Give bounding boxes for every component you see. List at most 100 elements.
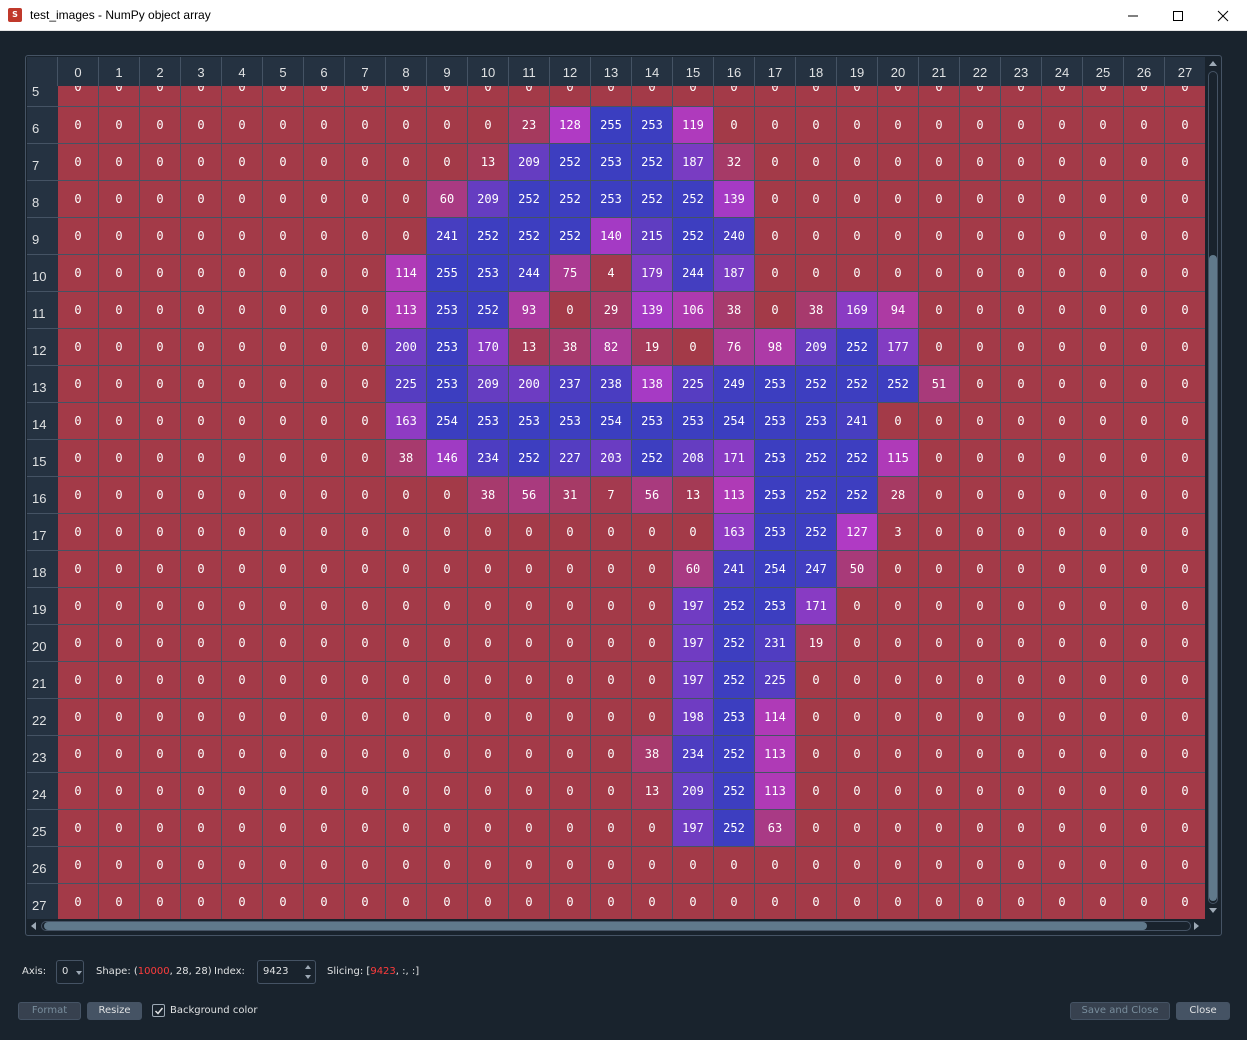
array-cell[interactable]: 0 — [837, 810, 878, 847]
array-cell[interactable]: 0 — [1001, 403, 1042, 440]
array-cell[interactable]: 28 — [878, 477, 919, 514]
array-cell[interactable]: 0 — [58, 810, 99, 847]
array-cell[interactable]: 253 — [591, 144, 632, 181]
array-cell[interactable]: 253 — [673, 403, 714, 440]
array-cell[interactable]: 0 — [1083, 514, 1124, 551]
array-cell[interactable]: 0 — [181, 218, 222, 255]
array-cell[interactable]: 0 — [140, 514, 181, 551]
array-cell[interactable]: 0 — [58, 625, 99, 662]
array-cell[interactable]: 0 — [58, 403, 99, 440]
array-cell[interactable]: 0 — [673, 514, 714, 551]
array-cell[interactable]: 0 — [1001, 255, 1042, 292]
array-cell[interactable]: 0 — [1042, 588, 1083, 625]
array-cell[interactable]: 253 — [468, 403, 509, 440]
array-cell[interactable]: 0 — [263, 403, 304, 440]
array-cell[interactable]: 0 — [960, 366, 1001, 403]
array-cell[interactable]: 0 — [1083, 699, 1124, 736]
array-cell[interactable]: 0 — [345, 144, 386, 181]
array-cell[interactable]: 0 — [427, 107, 468, 144]
array-cell[interactable]: 0 — [181, 292, 222, 329]
array-cell[interactable]: 0 — [181, 736, 222, 773]
column-header-cell[interactable]: 24 — [1042, 57, 1083, 86]
array-cell[interactable]: 0 — [99, 86, 140, 107]
array-cell[interactable]: 0 — [99, 477, 140, 514]
array-cell[interactable]: 0 — [632, 625, 673, 662]
array-cell[interactable]: 128 — [550, 107, 591, 144]
array-cell[interactable]: 0 — [1083, 551, 1124, 588]
array-cell[interactable]: 0 — [304, 662, 345, 699]
array-cell[interactable]: 0 — [878, 218, 919, 255]
array-cell[interactable]: 0 — [1083, 255, 1124, 292]
array-cell[interactable]: 0 — [181, 329, 222, 366]
array-cell[interactable]: 225 — [673, 366, 714, 403]
array-cell[interactable]: 0 — [1001, 699, 1042, 736]
array-cell[interactable]: 0 — [1124, 699, 1165, 736]
array-cell[interactable]: 0 — [1001, 884, 1042, 919]
array-cell[interactable]: 254 — [714, 403, 755, 440]
array-cell[interactable]: 0 — [919, 625, 960, 662]
array-cell[interactable]: 0 — [1124, 218, 1165, 255]
vertical-scrollbar[interactable] — [1206, 57, 1220, 918]
array-cell[interactable]: 0 — [99, 107, 140, 144]
array-cell[interactable]: 0 — [919, 144, 960, 181]
array-cell[interactable]: 0 — [550, 810, 591, 847]
array-cell[interactable]: 38 — [468, 477, 509, 514]
array-cell[interactable]: 0 — [345, 255, 386, 292]
array-cell[interactable]: 0 — [1165, 107, 1205, 144]
column-header-cell[interactable]: 25 — [1083, 57, 1124, 86]
array-cell[interactable]: 0 — [140, 662, 181, 699]
array-cell[interactable]: 138 — [632, 366, 673, 403]
maximize-button[interactable] — [1155, 0, 1201, 31]
array-cell[interactable]: 0 — [427, 514, 468, 551]
row-header-cell[interactable]: 22 — [27, 699, 58, 736]
array-cell[interactable]: 0 — [386, 588, 427, 625]
array-cell[interactable]: 0 — [878, 86, 919, 107]
array-cell[interactable]: 13 — [632, 773, 673, 810]
array-cell[interactable]: 0 — [796, 144, 837, 181]
array-cell[interactable]: 0 — [960, 181, 1001, 218]
array-cell[interactable]: 163 — [386, 403, 427, 440]
array-cell[interactable]: 0 — [58, 736, 99, 773]
array-cell[interactable]: 0 — [1042, 699, 1083, 736]
background-color-checkbox[interactable] — [152, 1004, 165, 1017]
array-cell[interactable]: 0 — [1165, 329, 1205, 366]
array-cell[interactable]: 38 — [632, 736, 673, 773]
array-cell[interactable]: 0 — [550, 699, 591, 736]
array-cell[interactable]: 177 — [878, 329, 919, 366]
array-cell[interactable]: 253 — [714, 699, 755, 736]
array-cell[interactable]: 0 — [591, 662, 632, 699]
array-cell[interactable]: 0 — [837, 662, 878, 699]
column-header-cell[interactable]: 23 — [1001, 57, 1042, 86]
row-header-cell[interactable]: 23 — [27, 736, 58, 773]
array-cell[interactable]: 82 — [591, 329, 632, 366]
array-cell[interactable]: 0 — [1042, 440, 1083, 477]
column-header-cell[interactable]: 0 — [58, 57, 99, 86]
array-cell[interactable]: 0 — [427, 736, 468, 773]
array-cell[interactable]: 0 — [386, 699, 427, 736]
array-cell[interactable]: 0 — [1165, 86, 1205, 107]
array-cell[interactable]: 0 — [140, 181, 181, 218]
array-cell[interactable]: 255 — [591, 107, 632, 144]
array-cell[interactable]: 0 — [550, 292, 591, 329]
array-cell[interactable]: 0 — [1124, 477, 1165, 514]
array-cell[interactable]: 0 — [1083, 884, 1124, 919]
array-cell[interactable]: 0 — [427, 588, 468, 625]
array-cell[interactable]: 0 — [960, 514, 1001, 551]
array-cell[interactable]: 0 — [1042, 218, 1083, 255]
array-cell[interactable]: 0 — [714, 884, 755, 919]
array-cell[interactable]: 0 — [878, 699, 919, 736]
array-cell[interactable]: 0 — [796, 107, 837, 144]
array-cell[interactable]: 241 — [427, 218, 468, 255]
array-cell[interactable]: 0 — [1124, 440, 1165, 477]
array-cell[interactable]: 234 — [468, 440, 509, 477]
close-window-button[interactable] — [1200, 0, 1246, 31]
array-cell[interactable]: 0 — [222, 292, 263, 329]
array-cell[interactable]: 0 — [1001, 292, 1042, 329]
array-cell[interactable]: 0 — [919, 181, 960, 218]
array-cell[interactable]: 0 — [878, 773, 919, 810]
array-cell[interactable]: 209 — [468, 366, 509, 403]
array-cell[interactable]: 0 — [468, 514, 509, 551]
array-cell[interactable]: 253 — [427, 292, 468, 329]
array-cell[interactable]: 0 — [222, 884, 263, 919]
array-cell[interactable]: 0 — [960, 588, 1001, 625]
